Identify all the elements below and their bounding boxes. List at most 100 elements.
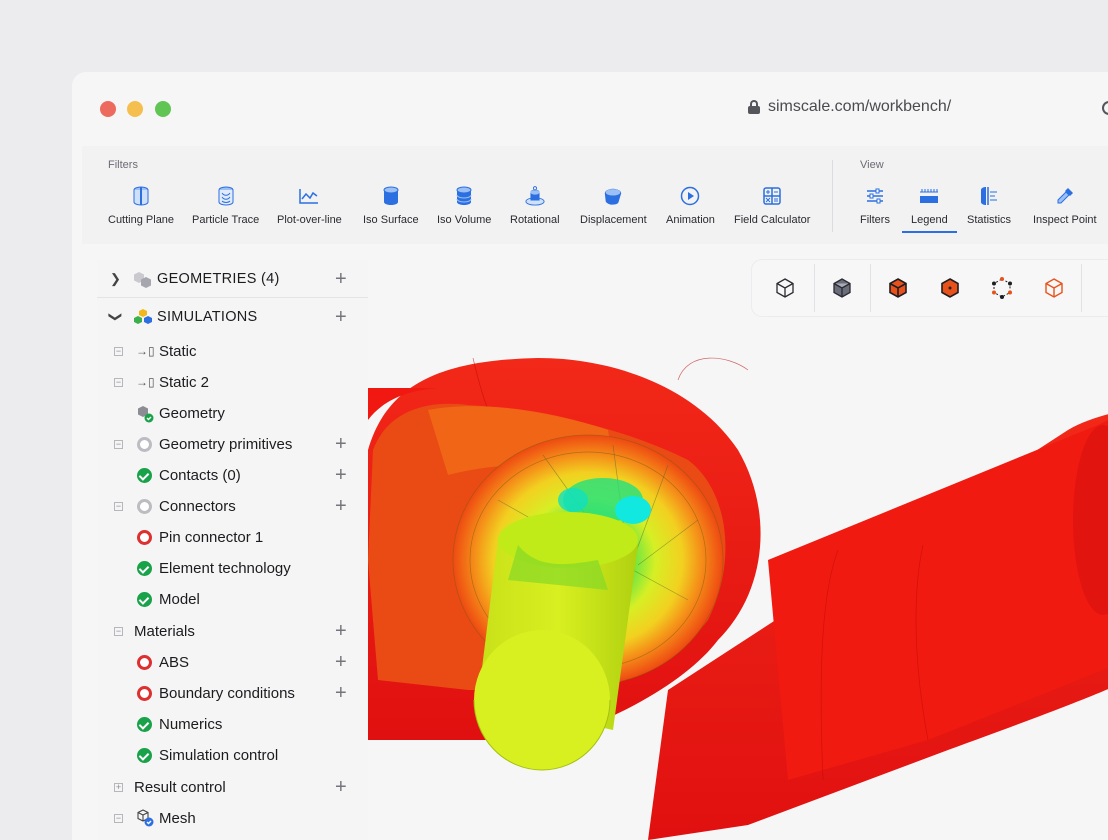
simulations-section[interactable]: ❯ SIMULATIONS + xyxy=(97,298,367,336)
geometries-icon xyxy=(133,270,153,288)
add-contact-button[interactable]: + xyxy=(335,465,347,485)
tree-item-label: Static 2 xyxy=(159,373,210,391)
tree-item-label: Contacts (0) xyxy=(159,466,241,484)
tool-label: Statistics xyxy=(967,214,1012,226)
play-icon xyxy=(680,186,700,206)
add-boundary-condition-button[interactable]: + xyxy=(335,683,347,703)
chevron-right-icon[interactable]: ❯ xyxy=(110,271,121,287)
surface-edges-view-button[interactable] xyxy=(882,272,914,304)
add-connector-button[interactable]: + xyxy=(335,496,347,516)
solid-view-button[interactable] xyxy=(826,272,858,304)
chevron-down-icon[interactable]: ❯ xyxy=(108,311,124,322)
tree-item-model[interactable]: Model xyxy=(97,584,368,614)
tree-item-contacts[interactable]: Contacts (0) + xyxy=(97,460,368,490)
statistics-button[interactable]: Statistics xyxy=(967,186,1011,226)
tree-item-label: Model xyxy=(159,590,200,608)
filters-group-label: Filters xyxy=(108,159,138,171)
address-bar[interactable]: simscale.com/workbench/ xyxy=(748,98,951,116)
points-cube-icon xyxy=(992,277,1012,299)
browser-titlebar: simscale.com/workbench/ xyxy=(72,72,1108,144)
tree-item-label: Boundary conditions xyxy=(159,684,295,702)
tool-label: Iso Surface xyxy=(363,214,419,226)
maximize-window-button[interactable] xyxy=(155,101,171,117)
tree-item-boundary-conditions[interactable]: Boundary conditions + xyxy=(97,678,368,708)
add-simulation-button[interactable]: + xyxy=(335,307,347,327)
surface-view-button[interactable] xyxy=(934,272,966,304)
expand-toggle[interactable]: + xyxy=(114,782,123,792)
tree-item-label: Simulation control xyxy=(159,746,279,764)
tree-item-result-control[interactable]: + Result control + xyxy=(97,772,368,802)
rotational-icon xyxy=(525,186,545,206)
tool-label: Cutting Plane xyxy=(108,214,175,226)
3d-viewport[interactable] xyxy=(368,260,1108,840)
tree-item-label: Static xyxy=(159,342,197,360)
tree-item-abs[interactable]: ABS + xyxy=(97,647,368,677)
outline-view-button[interactable] xyxy=(1038,272,1070,304)
tree-item-simulation-control[interactable]: Simulation control xyxy=(97,740,368,770)
points-view-button[interactable] xyxy=(986,272,1018,304)
particle-trace-icon xyxy=(216,186,236,206)
tree-item-static-2[interactable]: − →▯ Static 2 xyxy=(97,367,368,397)
tree-item-numerics[interactable]: Numerics xyxy=(97,709,368,739)
pending-status-icon xyxy=(137,436,152,452)
tree-item-materials[interactable]: − Materials + xyxy=(97,616,368,646)
collapse-toggle[interactable]: − xyxy=(114,377,123,387)
collapse-toggle[interactable]: − xyxy=(114,501,123,511)
displacement-button[interactable]: Displacement xyxy=(580,186,647,226)
tool-label: Animation xyxy=(666,214,715,226)
plot-over-line-button[interactable]: Plot-over-line xyxy=(277,186,342,226)
particle-trace-button[interactable]: Particle Trace xyxy=(192,186,259,226)
inspect-point-button[interactable]: Inspect Point xyxy=(1033,186,1097,226)
tree-item-static[interactable]: − →▯ Static xyxy=(97,336,368,366)
add-button[interactable]: + xyxy=(335,652,347,672)
add-primitive-button[interactable]: + xyxy=(335,434,347,454)
cutting-plane-button[interactable]: Cutting Plane xyxy=(108,186,174,226)
collapse-toggle[interactable]: − xyxy=(114,813,123,823)
tree-item-label: Element technology xyxy=(159,559,291,577)
orange-cube-icon xyxy=(889,278,907,298)
tool-label: Field Calculator xyxy=(734,214,811,226)
tree-item-element-technology[interactable]: Element technology xyxy=(97,553,368,583)
tree-item-label: Pin connector 1 xyxy=(159,528,264,546)
geometries-count: (4) xyxy=(261,271,280,287)
tree-item-pin-connector-1[interactable]: Pin connector 1 xyxy=(97,522,368,552)
rotational-button[interactable]: Rotational xyxy=(510,186,560,226)
add-result-control-button[interactable]: + xyxy=(335,777,347,797)
tree-item-mesh[interactable]: − Mesh xyxy=(97,803,368,833)
displacement-icon xyxy=(603,186,623,206)
pending-status-icon xyxy=(137,498,152,514)
collapse-toggle[interactable]: − xyxy=(114,439,123,449)
tool-label: Filters xyxy=(860,214,890,226)
cutting-plane-icon xyxy=(131,186,151,206)
collapse-toggle[interactable]: − xyxy=(114,346,123,356)
view-orientation-bar xyxy=(752,260,1108,316)
tree-item-label: Geometry primitives xyxy=(159,435,293,453)
add-geometry-button[interactable]: + xyxy=(335,269,347,289)
tree-item-connectors[interactable]: − Connectors + xyxy=(97,491,368,521)
geometries-section[interactable]: ❯ GEOMETRIES (4) + xyxy=(97,260,367,298)
add-material-button[interactable]: + xyxy=(335,621,347,641)
ok-status-icon xyxy=(137,591,152,607)
close-window-button[interactable] xyxy=(100,101,116,117)
iso-surface-button[interactable]: Iso Surface xyxy=(363,186,419,226)
static-analysis-icon: →▯ xyxy=(136,375,155,389)
view-group-label: View xyxy=(860,159,884,171)
tree-item-label: Geometry xyxy=(159,404,225,422)
simulations-label: SIMULATIONS xyxy=(157,309,258,325)
pipette-icon xyxy=(1055,186,1075,206)
wireframe-view-button[interactable] xyxy=(769,272,801,304)
view-filters-button[interactable]: Filters xyxy=(860,186,890,226)
field-calculator-button[interactable]: Field Calculator xyxy=(734,186,810,226)
simulation-tree: ❯ GEOMETRIES (4) + ❯ SIMULATIONS + − →▯ … xyxy=(97,260,368,840)
animation-button[interactable]: Animation xyxy=(666,186,715,226)
collapse-toggle[interactable]: − xyxy=(114,626,123,636)
reload-icon[interactable] xyxy=(1102,101,1108,115)
tree-item-geometry-primitives[interactable]: − Geometry primitives + xyxy=(97,429,368,459)
orange-cube-icon xyxy=(941,278,959,298)
minimize-window-button[interactable] xyxy=(127,101,143,117)
legend-button[interactable]: Legend xyxy=(902,186,957,233)
outline-cube-icon xyxy=(1045,278,1063,298)
tree-item-geometry[interactable]: Geometry xyxy=(97,398,368,428)
legend-icon xyxy=(919,186,939,206)
iso-volume-button[interactable]: Iso Volume xyxy=(437,186,491,226)
